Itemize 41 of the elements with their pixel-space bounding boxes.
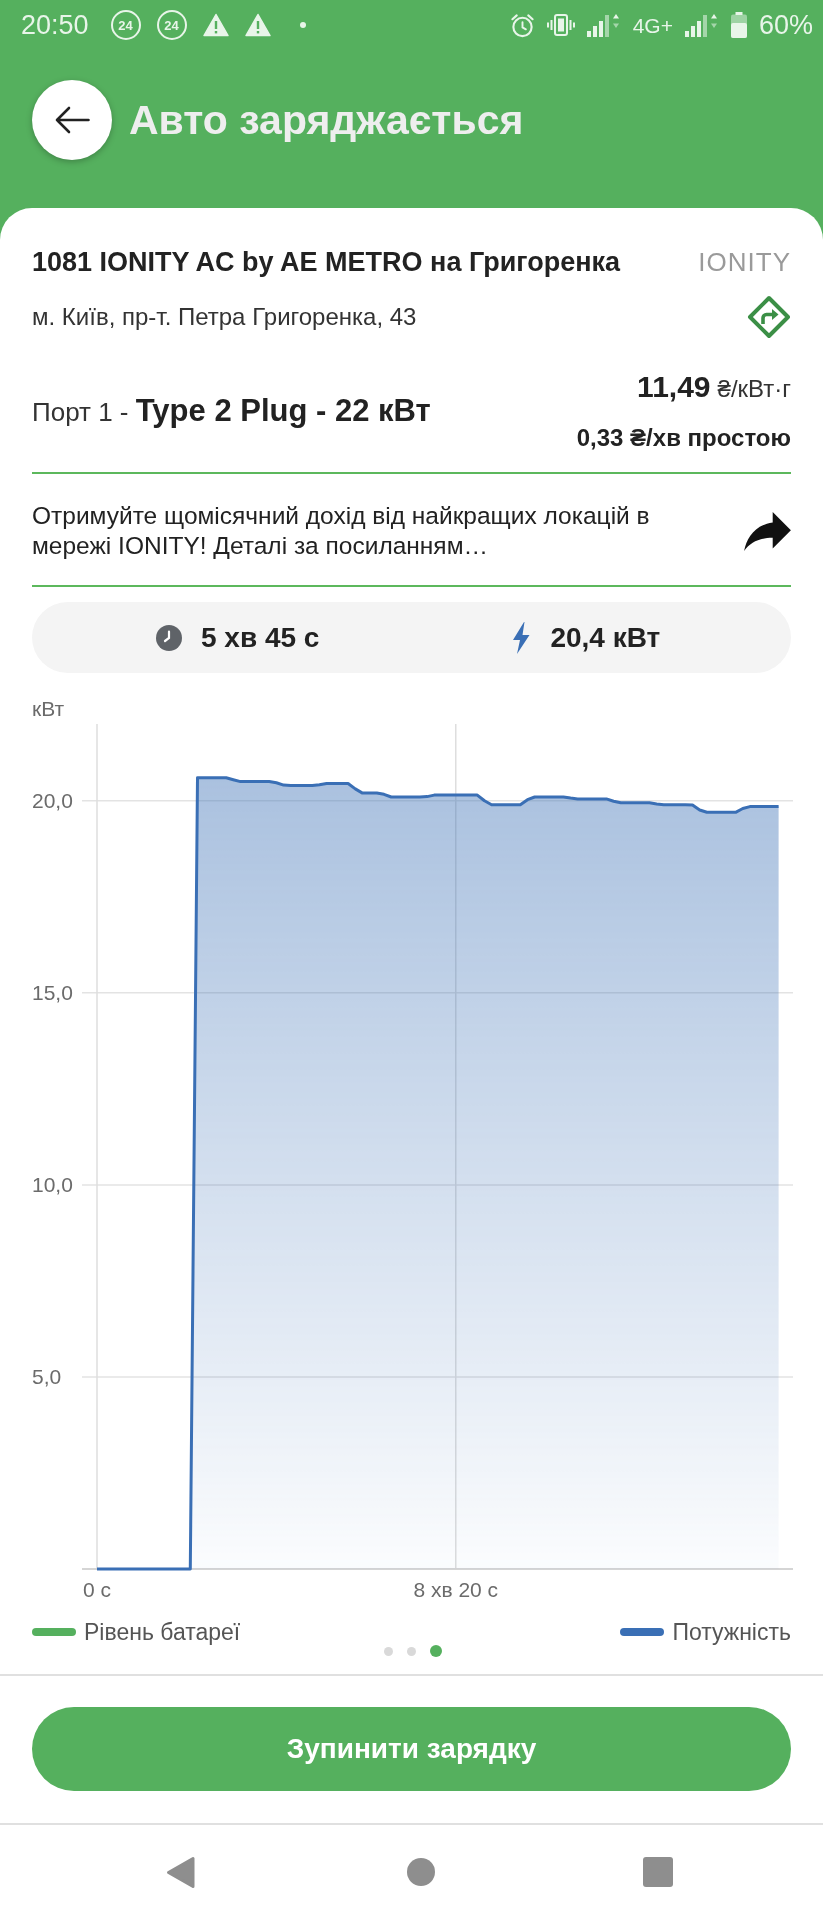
signal-icon xyxy=(684,13,719,37)
operator-logo: IONITY xyxy=(698,249,791,275)
price-value: 11,49 xyxy=(637,369,711,405)
home-icon[interactable] xyxy=(407,1858,435,1886)
y-axis-title: кВт xyxy=(32,696,65,720)
warning-icon xyxy=(202,13,229,37)
notification-badge: 24 xyxy=(110,10,141,40)
charging-duration: 5 хв 45 с xyxy=(201,623,320,652)
network-type-label: 4G+ xyxy=(632,14,673,36)
legend-label: Потужність xyxy=(672,1620,791,1644)
signal-icon xyxy=(586,13,621,37)
battery-percent-label: 60% xyxy=(758,11,813,39)
battery-icon xyxy=(730,12,747,38)
promo-text: Отримуйте щомісячний дохід від найкращих локацій в мережі IONITY! Деталі за посиланням… xyxy=(32,501,651,561)
station-address: м. Київ, пр-т. Петра Григоренка, 43 xyxy=(32,302,417,332)
y-axis-label: 20,0 xyxy=(32,789,73,813)
x-axis-label: 0 с xyxy=(83,1577,111,1601)
charging-power: 20,4 кВт xyxy=(550,623,661,652)
price-unit: ₴/кВт·г xyxy=(717,374,791,404)
lightning-bolt-icon xyxy=(511,621,532,654)
warning-icon xyxy=(244,13,271,37)
legend-label: Рівень батареї xyxy=(84,1620,241,1644)
status-time: 20:50 xyxy=(21,11,89,39)
share-arrow-icon[interactable] xyxy=(744,511,791,551)
port-info: Порт 1 - Type 2 Plug - 22 кВт xyxy=(32,391,431,430)
back-button[interactable] xyxy=(32,80,112,160)
y-axis-label: 10,0 xyxy=(32,1173,73,1197)
screen-title: Авто заряджається xyxy=(129,96,524,145)
y-axis-label: 15,0 xyxy=(32,981,73,1005)
y-axis-label: 5,0 xyxy=(32,1365,62,1389)
x-axis-label: 8 хв 20 с xyxy=(413,1577,499,1601)
notification-badge: 24 xyxy=(156,10,187,40)
vibrate-icon xyxy=(546,14,575,36)
idle-fee: 0,33 ₴/хв простою xyxy=(576,423,791,453)
back-icon[interactable] xyxy=(166,1855,195,1889)
directions-icon[interactable] xyxy=(747,295,791,339)
stop-charging-button[interactable]: Зупинити зарядку xyxy=(32,1707,791,1791)
alarm-clock-icon xyxy=(509,12,535,38)
station-name: 1081 IONITY AC by AE METRO на Григоренка xyxy=(32,248,620,276)
clock-icon xyxy=(156,624,182,651)
back-arrow-icon xyxy=(54,106,90,134)
